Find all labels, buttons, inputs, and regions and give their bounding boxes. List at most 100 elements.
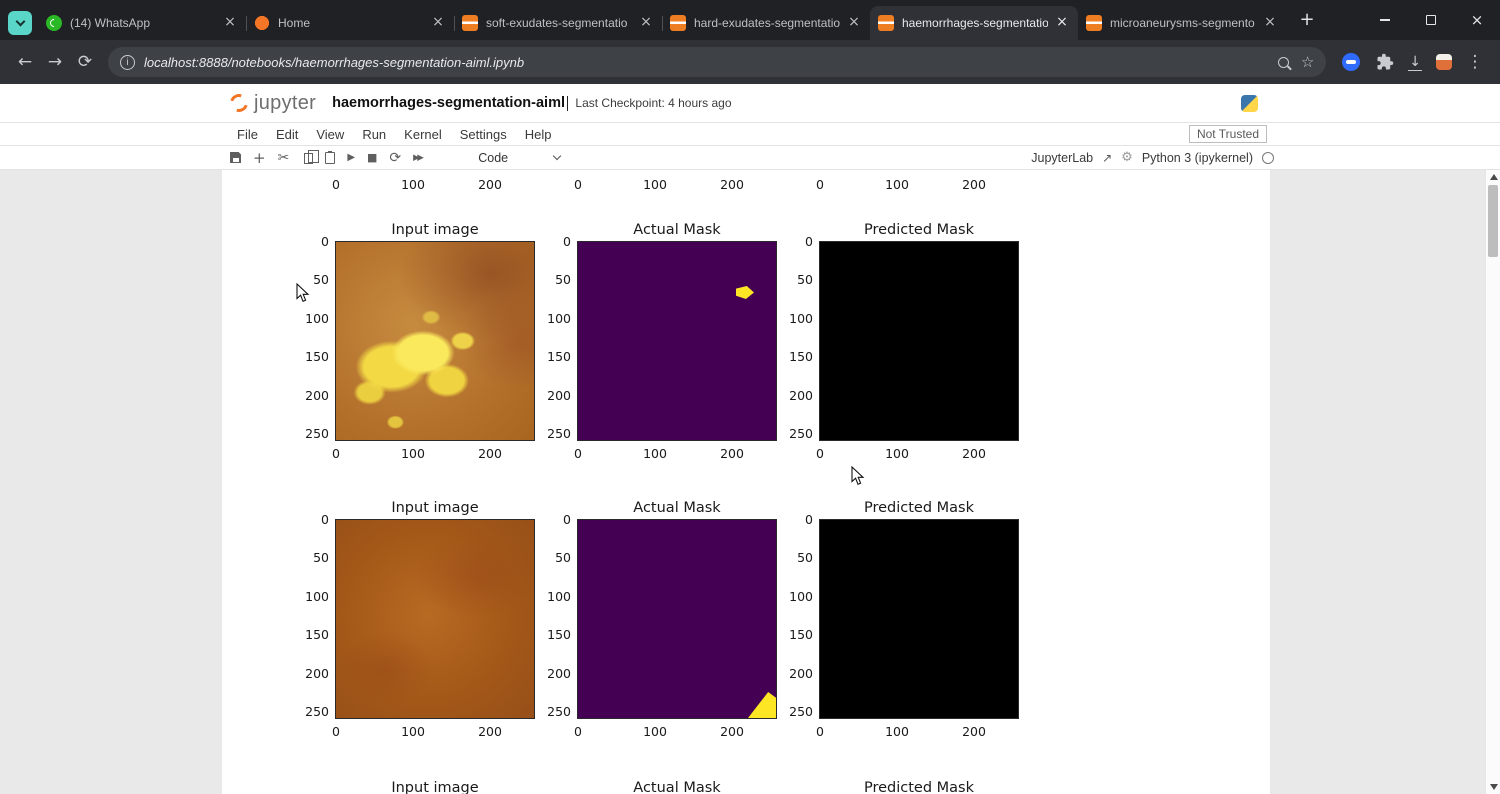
tick-label: 200 (962, 446, 986, 461)
x-axis-ticks: 0100200 (577, 724, 777, 739)
trust-badge[interactable]: Not Trusted (1189, 125, 1267, 143)
url-text: localhost:8888/notebooks/haemorrhages-se… (144, 55, 524, 70)
scrollbar-thumb[interactable] (1488, 185, 1498, 257)
cell-type-dropdown[interactable]: Code (478, 151, 560, 165)
copy-cell-button[interactable] (301, 151, 313, 164)
restart-kernel-button[interactable]: ⟳ (389, 150, 401, 166)
interrupt-kernel-button[interactable]: ■ (367, 151, 377, 164)
tab-search-button[interactable] (8, 11, 32, 35)
downloads-icon[interactable]: ↓ (1408, 53, 1422, 71)
scroll-down-arrow[interactable] (1490, 784, 1498, 790)
tab-close-icon[interactable]: × (1054, 15, 1070, 31)
scroll-up-arrow[interactable] (1490, 174, 1498, 180)
zoom-indicator-icon[interactable] (1278, 57, 1289, 68)
notebook-output-area: 0100200 0100200 0100200 Input image 0501… (222, 170, 1270, 794)
forward-button[interactable]: → (40, 47, 70, 77)
maximize-button[interactable] (1408, 0, 1454, 40)
external-link-icon: ↗ (1102, 151, 1112, 165)
tab-whatsapp[interactable]: (14) WhatsApp × (38, 6, 246, 40)
jupyterlab-link[interactable]: JupyterLab (1031, 151, 1093, 165)
tab-haemorrhages-active[interactable]: haemorrhages-segmentatio × (870, 6, 1078, 40)
tab-soft-exudates[interactable]: soft-exudates-segmentatio × (454, 6, 662, 40)
plot-title: Actual Mask (577, 778, 777, 794)
url-bar[interactable]: localhost:8888/notebooks/haemorrhages-se… (108, 47, 1326, 77)
save-button[interactable] (230, 152, 241, 163)
kernel-status-icon[interactable] (1262, 152, 1274, 164)
menu-kernel[interactable]: Kernel (395, 127, 451, 142)
pinned-extension-icon[interactable] (1342, 53, 1360, 71)
plot-panel: Predicted Mask 050100150200250 0100200 (777, 220, 1019, 461)
tab-close-icon[interactable]: × (222, 15, 238, 31)
kernel-name[interactable]: Python 3 (ipykernel) (1142, 151, 1253, 165)
whatsapp-icon (46, 15, 62, 31)
site-info-icon[interactable] (120, 55, 135, 70)
tick-label: 200 (478, 177, 502, 192)
bookmark-star-icon[interactable]: ☆ (1301, 53, 1314, 71)
tick-label: 0 (289, 234, 329, 249)
menu-settings[interactable]: Settings (451, 127, 516, 142)
tab-close-icon[interactable]: × (846, 15, 862, 31)
tick-label: 100 (401, 177, 425, 192)
x-axis-ticks: 0100200 (577, 446, 777, 461)
title-caret (567, 96, 568, 111)
clipped-axis-ticks-row: 0100200 0100200 0100200 (293, 172, 1019, 192)
restart-run-all-button[interactable]: ▶▶ (413, 153, 424, 163)
tab-hard-exudates[interactable]: hard-exudates-segmentatio × (662, 6, 870, 40)
minimize-button[interactable] (1362, 0, 1408, 40)
tick-label: 200 (720, 446, 744, 461)
tick-label: 0 (332, 724, 340, 739)
plot-title: Input image (335, 498, 535, 518)
new-tab-button[interactable]: + (1294, 8, 1320, 34)
menu-run[interactable]: Run (353, 127, 395, 142)
tick-label: 200 (720, 724, 744, 739)
add-cell-button[interactable]: + (253, 149, 266, 167)
tab-label: (14) WhatsApp (70, 16, 216, 30)
pinned-extension-2-icon[interactable] (1436, 54, 1452, 70)
x-axis-ticks: 0 100 200 (819, 446, 1019, 461)
tab-close-icon[interactable]: × (430, 15, 446, 31)
menu-file[interactable]: File (228, 127, 267, 142)
plot-panel: Actual Mask 050100150200250 0100200 (535, 498, 777, 739)
tick-label: 100 (289, 589, 329, 604)
run-cell-button[interactable]: ▶ (347, 152, 355, 163)
paste-cell-button[interactable] (325, 152, 335, 164)
tick-label: 0 (816, 446, 824, 461)
tick-label: 100 (885, 446, 909, 461)
jupyter-toolbar: + ✂ ▶ ■ ⟳ ▶▶ Code JupyterLab ↗ ⚙ Python … (0, 146, 1500, 170)
notebook-title[interactable]: haemorrhages-segmentation-aiml (332, 95, 565, 111)
close-window-button[interactable]: × (1454, 0, 1500, 40)
input-image (335, 241, 535, 441)
tick-label: 150 (531, 627, 571, 642)
back-button[interactable]: ← (10, 47, 40, 77)
tab-microaneurysms[interactable]: microaneurysms-segmento × (1078, 6, 1286, 40)
menu-view[interactable]: View (307, 127, 353, 142)
tab-label: haemorrhages-segmentatio (902, 16, 1048, 30)
tick-label: 100 (531, 589, 571, 604)
tab-close-icon[interactable]: × (638, 15, 654, 31)
reload-button[interactable]: ⟳ (70, 47, 100, 77)
tick-label: 50 (531, 550, 571, 565)
plot-title: Predicted Mask (819, 778, 1019, 794)
tab-close-icon[interactable]: × (1262, 15, 1278, 31)
tick-label: 100 (289, 311, 329, 326)
tick-label: 0 (332, 177, 340, 192)
menu-kebab-icon[interactable]: ⋮ (1460, 47, 1490, 77)
gear-icon[interactable]: ⚙ (1121, 150, 1133, 165)
cut-cell-button[interactable]: ✂ (278, 150, 290, 166)
jupyter-header: jupyter haemorrhages-segmentation-aiml L… (0, 84, 1500, 122)
menu-help[interactable]: Help (516, 127, 561, 142)
jupyter-logo[interactable]: jupyter (230, 92, 332, 115)
notebook-favicon-icon (462, 15, 478, 31)
tick-label: 150 (289, 349, 329, 364)
tick-label: 250 (773, 426, 813, 441)
plot-panel: Predicted Mask 050100150200250 0100200 (777, 498, 1019, 739)
menu-edit[interactable]: Edit (267, 127, 307, 142)
plot-panel: Input image 050100150200250 0100200 (293, 220, 535, 461)
mouse-cursor (296, 283, 310, 303)
tab-home[interactable]: Home × (246, 6, 454, 40)
scrollbar[interactable] (1485, 170, 1500, 794)
notebook-favicon-icon (670, 15, 686, 31)
chevron-down-icon (553, 152, 561, 160)
tick-label: 250 (531, 426, 571, 441)
extensions-puzzle-icon[interactable] (1376, 53, 1394, 71)
